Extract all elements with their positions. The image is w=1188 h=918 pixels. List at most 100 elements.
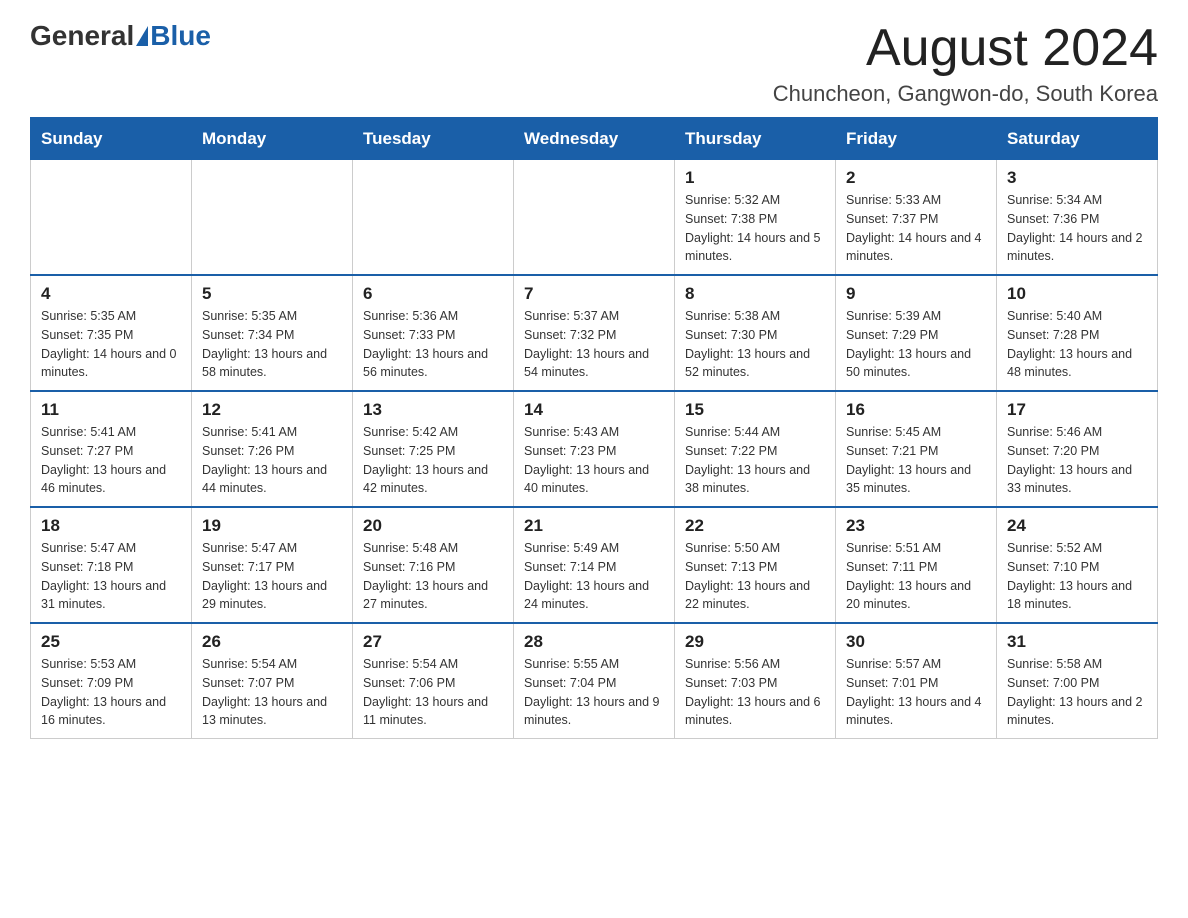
calendar-cell: 20Sunrise: 5:48 AMSunset: 7:16 PMDayligh… — [353, 507, 514, 623]
day-info: Sunrise: 5:58 AMSunset: 7:00 PMDaylight:… — [1007, 655, 1147, 730]
calendar-cell — [192, 160, 353, 276]
location-subtitle: Chuncheon, Gangwon-do, South Korea — [773, 81, 1158, 107]
day-number: 1 — [685, 168, 825, 188]
calendar-cell: 29Sunrise: 5:56 AMSunset: 7:03 PMDayligh… — [675, 623, 836, 739]
week-row-1: 1 Sunrise: 5:32 AMSunset: 7:38 PMDaylight… — [31, 160, 1158, 276]
weekday-header-monday: Monday — [192, 118, 353, 160]
calendar-cell: 22 Sunrise: 5:50 AMSunset: 7:13 PMDayligh… — [675, 507, 836, 623]
day-info: Sunrise: 5:57 AMSunset: 7:01 PMDaylight:… — [846, 655, 986, 730]
day-number: 4 — [41, 284, 181, 304]
day-info: Sunrise: 5:46 AMSunset: 7:20 PMDaylight:… — [1007, 423, 1147, 498]
calendar-cell: 17 Sunrise: 5:46 AMSunset: 7:20 PMDayligh… — [997, 391, 1158, 507]
day-number: 25 — [41, 632, 181, 652]
day-number: 5 — [202, 284, 342, 304]
logo-general-text: General — [30, 20, 134, 52]
day-number: 10 — [1007, 284, 1147, 304]
day-info: Sunrise: 5:41 AMSunset: 7:27 PMDaylight:… — [41, 423, 181, 498]
day-number: 21 — [524, 516, 664, 536]
day-number: 2 — [846, 168, 986, 188]
logo-triangle-icon — [136, 26, 148, 46]
calendar-cell: 21 Sunrise: 5:49 AMSunset: 7:14 PMDayligh… — [514, 507, 675, 623]
calendar-cell: 27 Sunrise: 5:54 AMSunset: 7:06 PMDayligh… — [353, 623, 514, 739]
day-info: Sunrise: 5:32 AMSunset: 7:38 PMDaylight:… — [685, 191, 825, 266]
day-number: 24 — [1007, 516, 1147, 536]
day-info: Sunrise: 5:54 AMSunset: 7:06 PMDaylight:… — [363, 655, 503, 730]
calendar-cell: 19Sunrise: 5:47 AMSunset: 7:17 PMDayligh… — [192, 507, 353, 623]
day-number: 31 — [1007, 632, 1147, 652]
calendar-cell — [31, 160, 192, 276]
day-number: 23 — [846, 516, 986, 536]
logo: General Blue — [30, 20, 211, 52]
day-info: Sunrise: 5:54 AMSunset: 7:07 PMDaylight:… — [202, 655, 342, 730]
week-row-5: 25 Sunrise: 5:53 AMSunset: 7:09 PMDayligh… — [31, 623, 1158, 739]
day-info: Sunrise: 5:44 AMSunset: 7:22 PMDaylight:… — [685, 423, 825, 498]
day-info: Sunrise: 5:35 AMSunset: 7:34 PMDaylight:… — [202, 307, 342, 382]
day-number: 18 — [41, 516, 181, 536]
day-number: 11 — [41, 400, 181, 420]
calendar-cell: 26 Sunrise: 5:54 AMSunset: 7:07 PMDayligh… — [192, 623, 353, 739]
calendar-cell — [514, 160, 675, 276]
day-info: Sunrise: 5:53 AMSunset: 7:09 PMDaylight:… — [41, 655, 181, 730]
calendar-cell: 14Sunrise: 5:43 AMSunset: 7:23 PMDayligh… — [514, 391, 675, 507]
day-number: 7 — [524, 284, 664, 304]
week-row-3: 11 Sunrise: 5:41 AMSunset: 7:27 PMDayligh… — [31, 391, 1158, 507]
page-header: General Blue August 2024 Chuncheon, Gang… — [30, 20, 1158, 107]
month-year-title: August 2024 — [773, 20, 1158, 77]
weekday-header-tuesday: Tuesday — [353, 118, 514, 160]
day-number: 9 — [846, 284, 986, 304]
day-number: 22 — [685, 516, 825, 536]
day-info: Sunrise: 5:47 AMSunset: 7:18 PMDaylight:… — [41, 539, 181, 614]
day-number: 16 — [846, 400, 986, 420]
calendar-cell: 10 Sunrise: 5:40 AMSunset: 7:28 PMDayligh… — [997, 275, 1158, 391]
day-info: Sunrise: 5:50 AMSunset: 7:13 PMDaylight:… — [685, 539, 825, 614]
calendar-cell: 2 Sunrise: 5:33 AMSunset: 7:37 PMDaylight… — [836, 160, 997, 276]
calendar-cell: 11 Sunrise: 5:41 AMSunset: 7:27 PMDayligh… — [31, 391, 192, 507]
day-number: 6 — [363, 284, 503, 304]
day-number: 3 — [1007, 168, 1147, 188]
day-info: Sunrise: 5:34 AMSunset: 7:36 PMDaylight:… — [1007, 191, 1147, 266]
calendar-table: SundayMondayTuesdayWednesdayThursdayFrid… — [30, 117, 1158, 739]
calendar-cell: 6Sunrise: 5:36 AMSunset: 7:33 PMDaylight… — [353, 275, 514, 391]
day-info: Sunrise: 5:40 AMSunset: 7:28 PMDaylight:… — [1007, 307, 1147, 382]
calendar-cell: 28 Sunrise: 5:55 AMSunset: 7:04 PMDayligh… — [514, 623, 675, 739]
calendar-cell: 24Sunrise: 5:52 AMSunset: 7:10 PMDayligh… — [997, 507, 1158, 623]
day-info: Sunrise: 5:39 AMSunset: 7:29 PMDaylight:… — [846, 307, 986, 382]
calendar-cell: 12Sunrise: 5:41 AMSunset: 7:26 PMDayligh… — [192, 391, 353, 507]
calendar-cell: 3 Sunrise: 5:34 AMSunset: 7:36 PMDaylight… — [997, 160, 1158, 276]
day-number: 30 — [846, 632, 986, 652]
day-number: 17 — [1007, 400, 1147, 420]
day-info: Sunrise: 5:48 AMSunset: 7:16 PMDaylight:… — [363, 539, 503, 614]
day-info: Sunrise: 5:56 AMSunset: 7:03 PMDaylight:… — [685, 655, 825, 730]
calendar-cell: 31 Sunrise: 5:58 AMSunset: 7:00 PMDayligh… — [997, 623, 1158, 739]
calendar-cell: 4 Sunrise: 5:35 AMSunset: 7:35 PMDaylight… — [31, 275, 192, 391]
calendar-cell: 1 Sunrise: 5:32 AMSunset: 7:38 PMDaylight… — [675, 160, 836, 276]
day-info: Sunrise: 5:45 AMSunset: 7:21 PMDaylight:… — [846, 423, 986, 498]
day-info: Sunrise: 5:49 AMSunset: 7:14 PMDaylight:… — [524, 539, 664, 614]
weekday-header-sunday: Sunday — [31, 118, 192, 160]
calendar-cell: 18 Sunrise: 5:47 AMSunset: 7:18 PMDayligh… — [31, 507, 192, 623]
logo-blue-text: Blue — [150, 20, 211, 52]
calendar-cell: 8 Sunrise: 5:38 AMSunset: 7:30 PMDaylight… — [675, 275, 836, 391]
day-info: Sunrise: 5:38 AMSunset: 7:30 PMDaylight:… — [685, 307, 825, 382]
title-area: August 2024 Chuncheon, Gangwon-do, South… — [773, 20, 1158, 107]
day-info: Sunrise: 5:33 AMSunset: 7:37 PMDaylight:… — [846, 191, 986, 266]
calendar-cell: 23Sunrise: 5:51 AMSunset: 7:11 PMDayligh… — [836, 507, 997, 623]
day-number: 13 — [363, 400, 503, 420]
day-number: 19 — [202, 516, 342, 536]
day-info: Sunrise: 5:42 AMSunset: 7:25 PMDaylight:… — [363, 423, 503, 498]
calendar-cell: 30 Sunrise: 5:57 AMSunset: 7:01 PMDayligh… — [836, 623, 997, 739]
day-info: Sunrise: 5:35 AMSunset: 7:35 PMDaylight:… — [41, 307, 181, 382]
weekday-header-thursday: Thursday — [675, 118, 836, 160]
weekday-header-row: SundayMondayTuesdayWednesdayThursdayFrid… — [31, 118, 1158, 160]
day-number: 27 — [363, 632, 503, 652]
day-number: 26 — [202, 632, 342, 652]
day-number: 28 — [524, 632, 664, 652]
weekday-header-wednesday: Wednesday — [514, 118, 675, 160]
calendar-cell: 25 Sunrise: 5:53 AMSunset: 7:09 PMDayligh… — [31, 623, 192, 739]
day-number: 8 — [685, 284, 825, 304]
day-info: Sunrise: 5:55 AMSunset: 7:04 PMDaylight:… — [524, 655, 664, 730]
day-info: Sunrise: 5:37 AMSunset: 7:32 PMDaylight:… — [524, 307, 664, 382]
day-info: Sunrise: 5:43 AMSunset: 7:23 PMDaylight:… — [524, 423, 664, 498]
calendar-cell: 13 Sunrise: 5:42 AMSunset: 7:25 PMDayligh… — [353, 391, 514, 507]
week-row-2: 4 Sunrise: 5:35 AMSunset: 7:35 PMDaylight… — [31, 275, 1158, 391]
